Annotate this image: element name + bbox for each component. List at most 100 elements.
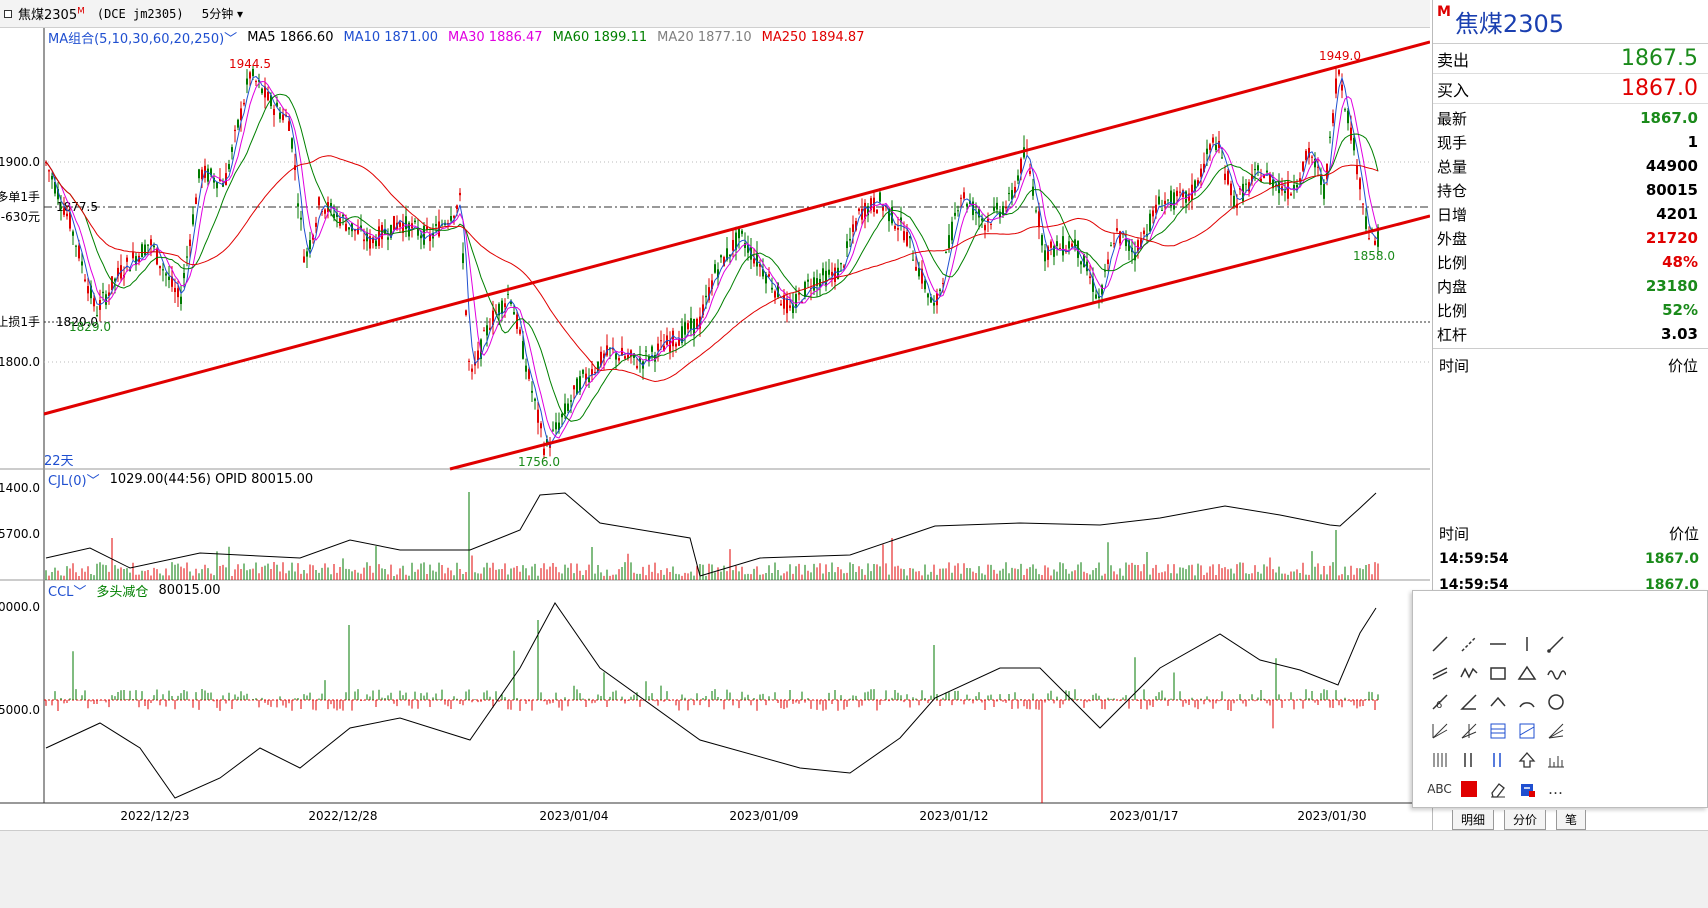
spare-tool-icon[interactable] bbox=[1570, 745, 1599, 774]
tick-time-header: 时间 bbox=[1439, 524, 1470, 543]
candle-body bbox=[234, 129, 236, 132]
pitchfork-icon[interactable] bbox=[1541, 716, 1570, 745]
candle-body bbox=[246, 78, 248, 85]
candle-body bbox=[618, 357, 620, 361]
spare-tool-icon[interactable] bbox=[1570, 716, 1599, 745]
candle-body bbox=[297, 203, 299, 207]
regression-channel-icon[interactable] bbox=[1512, 716, 1541, 745]
wave-icon[interactable] bbox=[1541, 658, 1570, 687]
candle-body bbox=[1347, 110, 1349, 124]
quote-row-value: 48% bbox=[1662, 253, 1698, 271]
window-menu-icon[interactable] bbox=[4, 9, 12, 18]
ray-icon[interactable] bbox=[1541, 629, 1570, 658]
chart-titlebar: 焦煤2305M (DCE jm2305) 5分钟 ▾ bbox=[0, 0, 1430, 28]
candle-body bbox=[984, 225, 986, 231]
candle-body bbox=[420, 235, 422, 239]
candle-body bbox=[306, 251, 308, 257]
candle-body bbox=[375, 240, 377, 247]
up-arrow-icon[interactable] bbox=[1512, 745, 1541, 774]
polyline-icon[interactable] bbox=[1454, 658, 1483, 687]
dashed-line-icon[interactable] bbox=[1454, 629, 1483, 658]
speed-lines-icon[interactable] bbox=[1454, 716, 1483, 745]
drawing-toolbar: 6 ABC … bbox=[1412, 590, 1708, 808]
candle-body bbox=[519, 329, 521, 334]
candle-body bbox=[1164, 200, 1166, 205]
ccl-selector[interactable]: CCL﹀ bbox=[48, 581, 86, 600]
price-col-label: 价位 bbox=[1667, 357, 1698, 375]
buy-quote[interactable]: 买入 1867.0 bbox=[1433, 74, 1708, 104]
color-picker-icon[interactable] bbox=[1454, 774, 1483, 803]
period-lines-icon[interactable] bbox=[1425, 745, 1454, 774]
arc-icon[interactable] bbox=[1512, 687, 1541, 716]
line-segment-icon[interactable] bbox=[1425, 629, 1454, 658]
candle-body bbox=[1113, 243, 1115, 245]
vertical-line-icon[interactable] bbox=[1512, 629, 1541, 658]
candle-body bbox=[345, 223, 347, 231]
candle-body bbox=[1302, 161, 1304, 171]
candle-body bbox=[1179, 191, 1181, 193]
kline-chart-area[interactable]: 1900.0 1800.0 多单1手 1877.5 -630元 止损1手 1820.0 194… bbox=[0, 28, 1430, 896]
candle-body bbox=[933, 302, 935, 306]
cjl-value: 1029.00(44:56) OPID 80015.00 bbox=[109, 472, 314, 487]
candle-body bbox=[186, 256, 188, 258]
bar-pattern-icon[interactable] bbox=[1541, 745, 1570, 774]
spare-tool-icon[interactable] bbox=[1570, 658, 1599, 687]
horizontal-line-icon[interactable] bbox=[1483, 629, 1512, 658]
candle-body bbox=[948, 235, 950, 249]
fibonacci-icon[interactable]: 6 bbox=[1425, 687, 1454, 716]
candle-body bbox=[111, 276, 113, 290]
quote-row-value: 3.03 bbox=[1660, 325, 1698, 343]
sell-quote[interactable]: 卖出 1867.5 bbox=[1433, 44, 1708, 74]
more-tools-icon[interactable]: … bbox=[1541, 774, 1570, 803]
angle-icon[interactable] bbox=[1454, 687, 1483, 716]
stop-loss-label: 止损1手 bbox=[0, 315, 40, 329]
fib-channel-icon[interactable] bbox=[1483, 716, 1512, 745]
quote-row-value: 80015 bbox=[1645, 181, 1698, 199]
candle-body bbox=[195, 197, 197, 204]
tab-price-distribution[interactable]: 分价 bbox=[1504, 810, 1547, 830]
delete-drawing-icon[interactable] bbox=[1512, 774, 1541, 803]
candle-body bbox=[1254, 169, 1256, 171]
eraser-icon[interactable] bbox=[1483, 774, 1512, 803]
candle-body bbox=[960, 197, 962, 199]
candle-body bbox=[774, 291, 776, 298]
quote-row-label: 日增 bbox=[1437, 205, 1468, 224]
candle-body bbox=[51, 175, 53, 180]
candle-body bbox=[846, 241, 848, 248]
quote-row: 外盘 21720 bbox=[1433, 226, 1708, 250]
ma-group-selector[interactable]: MA组合(5,10,30,60,20,250)﹀ bbox=[48, 28, 237, 47]
quote-row-value: 1867.0 bbox=[1640, 109, 1698, 127]
rectangle-icon[interactable] bbox=[1483, 658, 1512, 687]
candle-body bbox=[1359, 178, 1361, 190]
cjl-selector[interactable]: CJL(0)﹀ bbox=[48, 470, 100, 489]
candle-body bbox=[924, 280, 926, 290]
parallel-lines-icon[interactable] bbox=[1425, 658, 1454, 687]
candle-body bbox=[1362, 203, 1364, 205]
candle-body bbox=[1110, 245, 1112, 247]
period-dropdown[interactable]: 5分钟 ▾ bbox=[202, 5, 243, 22]
spare-tool-icon[interactable] bbox=[1570, 687, 1599, 716]
tick-table-header: 时间 价位 bbox=[1433, 520, 1708, 546]
circle-icon[interactable] bbox=[1541, 687, 1570, 716]
candle-body bbox=[87, 286, 89, 294]
low-annotation: 1756.0 bbox=[518, 455, 560, 469]
arrow-icon[interactable] bbox=[1483, 687, 1512, 716]
tab-details[interactable]: 明细 bbox=[1452, 810, 1495, 830]
candle-body bbox=[852, 224, 854, 232]
triangle-icon[interactable] bbox=[1512, 658, 1541, 687]
ccl-value: 80015.00 bbox=[158, 583, 221, 598]
tab-trades[interactable]: 笔 bbox=[1556, 810, 1587, 830]
spare-tool-icon[interactable] bbox=[1570, 629, 1599, 658]
y-tick-label: 1800.0 bbox=[0, 355, 40, 369]
time-cycle-icon[interactable] bbox=[1483, 745, 1512, 774]
candle-body bbox=[300, 217, 302, 220]
spare-tool-icon[interactable] bbox=[1570, 774, 1599, 803]
candle-body bbox=[732, 239, 734, 251]
kline-chart[interactable]: 1900.01800.0多单1手1877.5-630元止损1手 1820.0194… bbox=[0, 28, 1430, 896]
candle-body bbox=[678, 339, 680, 346]
text-tool-icon[interactable]: ABC bbox=[1425, 774, 1454, 803]
fib-time-icon[interactable] bbox=[1454, 745, 1483, 774]
x-axis-label: 2023/01/17 bbox=[1109, 809, 1178, 823]
gann-fan-icon[interactable] bbox=[1425, 716, 1454, 745]
candle-body bbox=[927, 293, 929, 298]
